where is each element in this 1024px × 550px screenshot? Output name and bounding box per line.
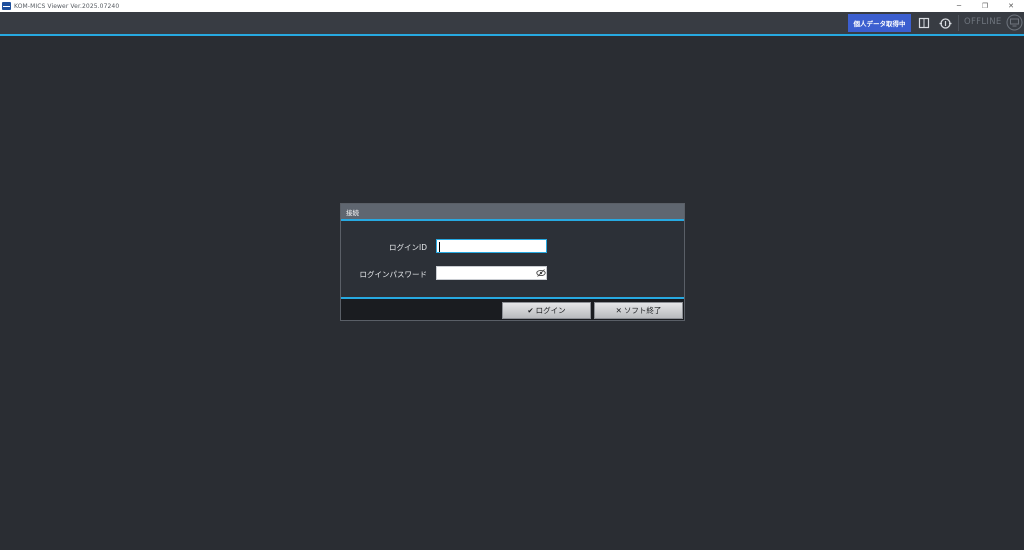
app-logo-icon (2, 2, 11, 10)
login-button[interactable]: ✔ ログイン (502, 302, 591, 319)
dialog-title: 接続 (346, 209, 359, 217)
window-title: KOM-MICS Viewer Ver.2025.07240 (14, 2, 120, 10)
restore-button[interactable]: ❐ (972, 0, 998, 12)
exit-software-button[interactable]: ✕ ソフト終了 (594, 302, 683, 319)
window-controls: ─ ❐ ✕ (946, 0, 1024, 12)
offline-monitor-icon (1006, 14, 1023, 31)
login-id-input[interactable] (436, 239, 547, 253)
exit-button-label: ソフト終了 (623, 306, 662, 315)
connect-dialog: 接続 ログインID ログインパスワード ✔ ログイン ✕ ソフト終了 (340, 203, 685, 321)
offline-status: OFFLINE (964, 17, 1002, 27)
sync-icon[interactable] (937, 15, 953, 31)
window-titlebar: KOM-MICS Viewer Ver.2025.07240 ─ ❐ ✕ (0, 0, 1024, 12)
password-input[interactable] (436, 266, 547, 280)
minimize-button[interactable]: ─ (946, 0, 972, 12)
header-accent-line (0, 34, 1024, 36)
show-password-eye-icon[interactable] (536, 268, 546, 278)
dialog-title-accent-line (341, 219, 684, 221)
personal-data-badge[interactable]: 個人データ取得中 (848, 14, 911, 32)
book-icon[interactable] (916, 15, 932, 31)
password-label: ログインパスワード (359, 270, 428, 279)
text-caret (439, 242, 440, 252)
header-divider (958, 15, 959, 31)
dialog-titlebar: 接続 (341, 204, 684, 219)
login-button-label: ログイン (535, 306, 566, 315)
close-button[interactable]: ✕ (998, 0, 1024, 12)
close-x-icon: ✕ (615, 306, 622, 315)
check-icon: ✔ (527, 306, 534, 315)
login-id-label: ログインID (389, 243, 427, 252)
